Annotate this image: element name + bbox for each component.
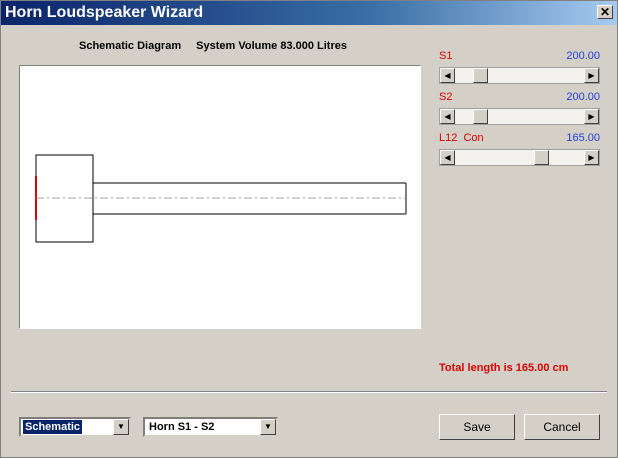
total-length: Total length is 165.00 cm [439,362,569,374]
arrow-right-icon: ▶ [588,112,595,121]
s2-slider[interactable]: ◀ ▶ [439,108,600,125]
l12-slider-left-button[interactable]: ◀ [440,150,455,165]
system-volume: System Volume 83.000 Litres [196,40,347,52]
title-bar[interactable]: Horn Loudspeaker Wizard ✕ [1,1,617,25]
schematic-canvas [19,65,421,329]
s2-slider-right-button[interactable]: ▶ [584,109,599,124]
close-button[interactable]: ✕ [597,5,613,19]
horn-schematic [35,154,407,243]
param-value-s2: 200.00 [566,91,600,103]
diagram-heading: Schematic Diagram [79,40,182,52]
s2-slider-left-button[interactable]: ◀ [440,109,455,124]
divider [11,391,607,393]
s1-slider[interactable]: ◀ ▶ [439,67,600,84]
view-select-value: Schematic [23,420,83,434]
param-value-l12: 165.00 [566,132,600,144]
s1-slider-thumb[interactable] [473,68,488,83]
arrow-left-icon: ◀ [444,153,451,162]
arrow-left-icon: ◀ [444,71,451,80]
diagram-header: Schematic Diagram System Volume 83.000 L… [79,40,347,52]
s1-slider-right-button[interactable]: ▶ [584,68,599,83]
arrow-right-icon: ▶ [588,153,595,162]
arrow-left-icon: ◀ [444,112,451,121]
chevron-down-icon: ▼ [117,422,125,431]
view-select[interactable]: Schematic ▼ [19,417,131,437]
arrow-right-icon: ▶ [588,71,595,80]
l12-slider-right-button[interactable]: ▶ [584,150,599,165]
param-label-s2: S2 [439,91,453,103]
param-label-s1: S1 [439,50,453,62]
chevron-down-icon: ▼ [264,422,272,431]
param-value-s1: 200.00 [566,50,600,62]
s2-slider-thumb[interactable] [473,109,488,124]
wizard-window: Horn Loudspeaker Wizard ✕ Schematic Diag… [0,0,618,458]
l12-slider[interactable]: ◀ ▶ [439,149,600,166]
cancel-button[interactable]: Cancel [524,414,600,440]
param-label-l12: L12 Con [439,132,484,144]
l12-slider-thumb[interactable] [534,150,549,165]
section-select-dropdown-button[interactable]: ▼ [260,419,276,435]
view-select-dropdown-button[interactable]: ▼ [113,419,129,435]
window-title: Horn Loudspeaker Wizard [5,4,204,21]
close-icon: ✕ [599,5,611,19]
s1-slider-left-button[interactable]: ◀ [440,68,455,83]
section-select-value: Horn S1 - S2 [149,421,215,433]
save-button[interactable]: Save [439,414,515,440]
section-select[interactable]: Horn S1 - S2 ▼ [143,417,278,437]
